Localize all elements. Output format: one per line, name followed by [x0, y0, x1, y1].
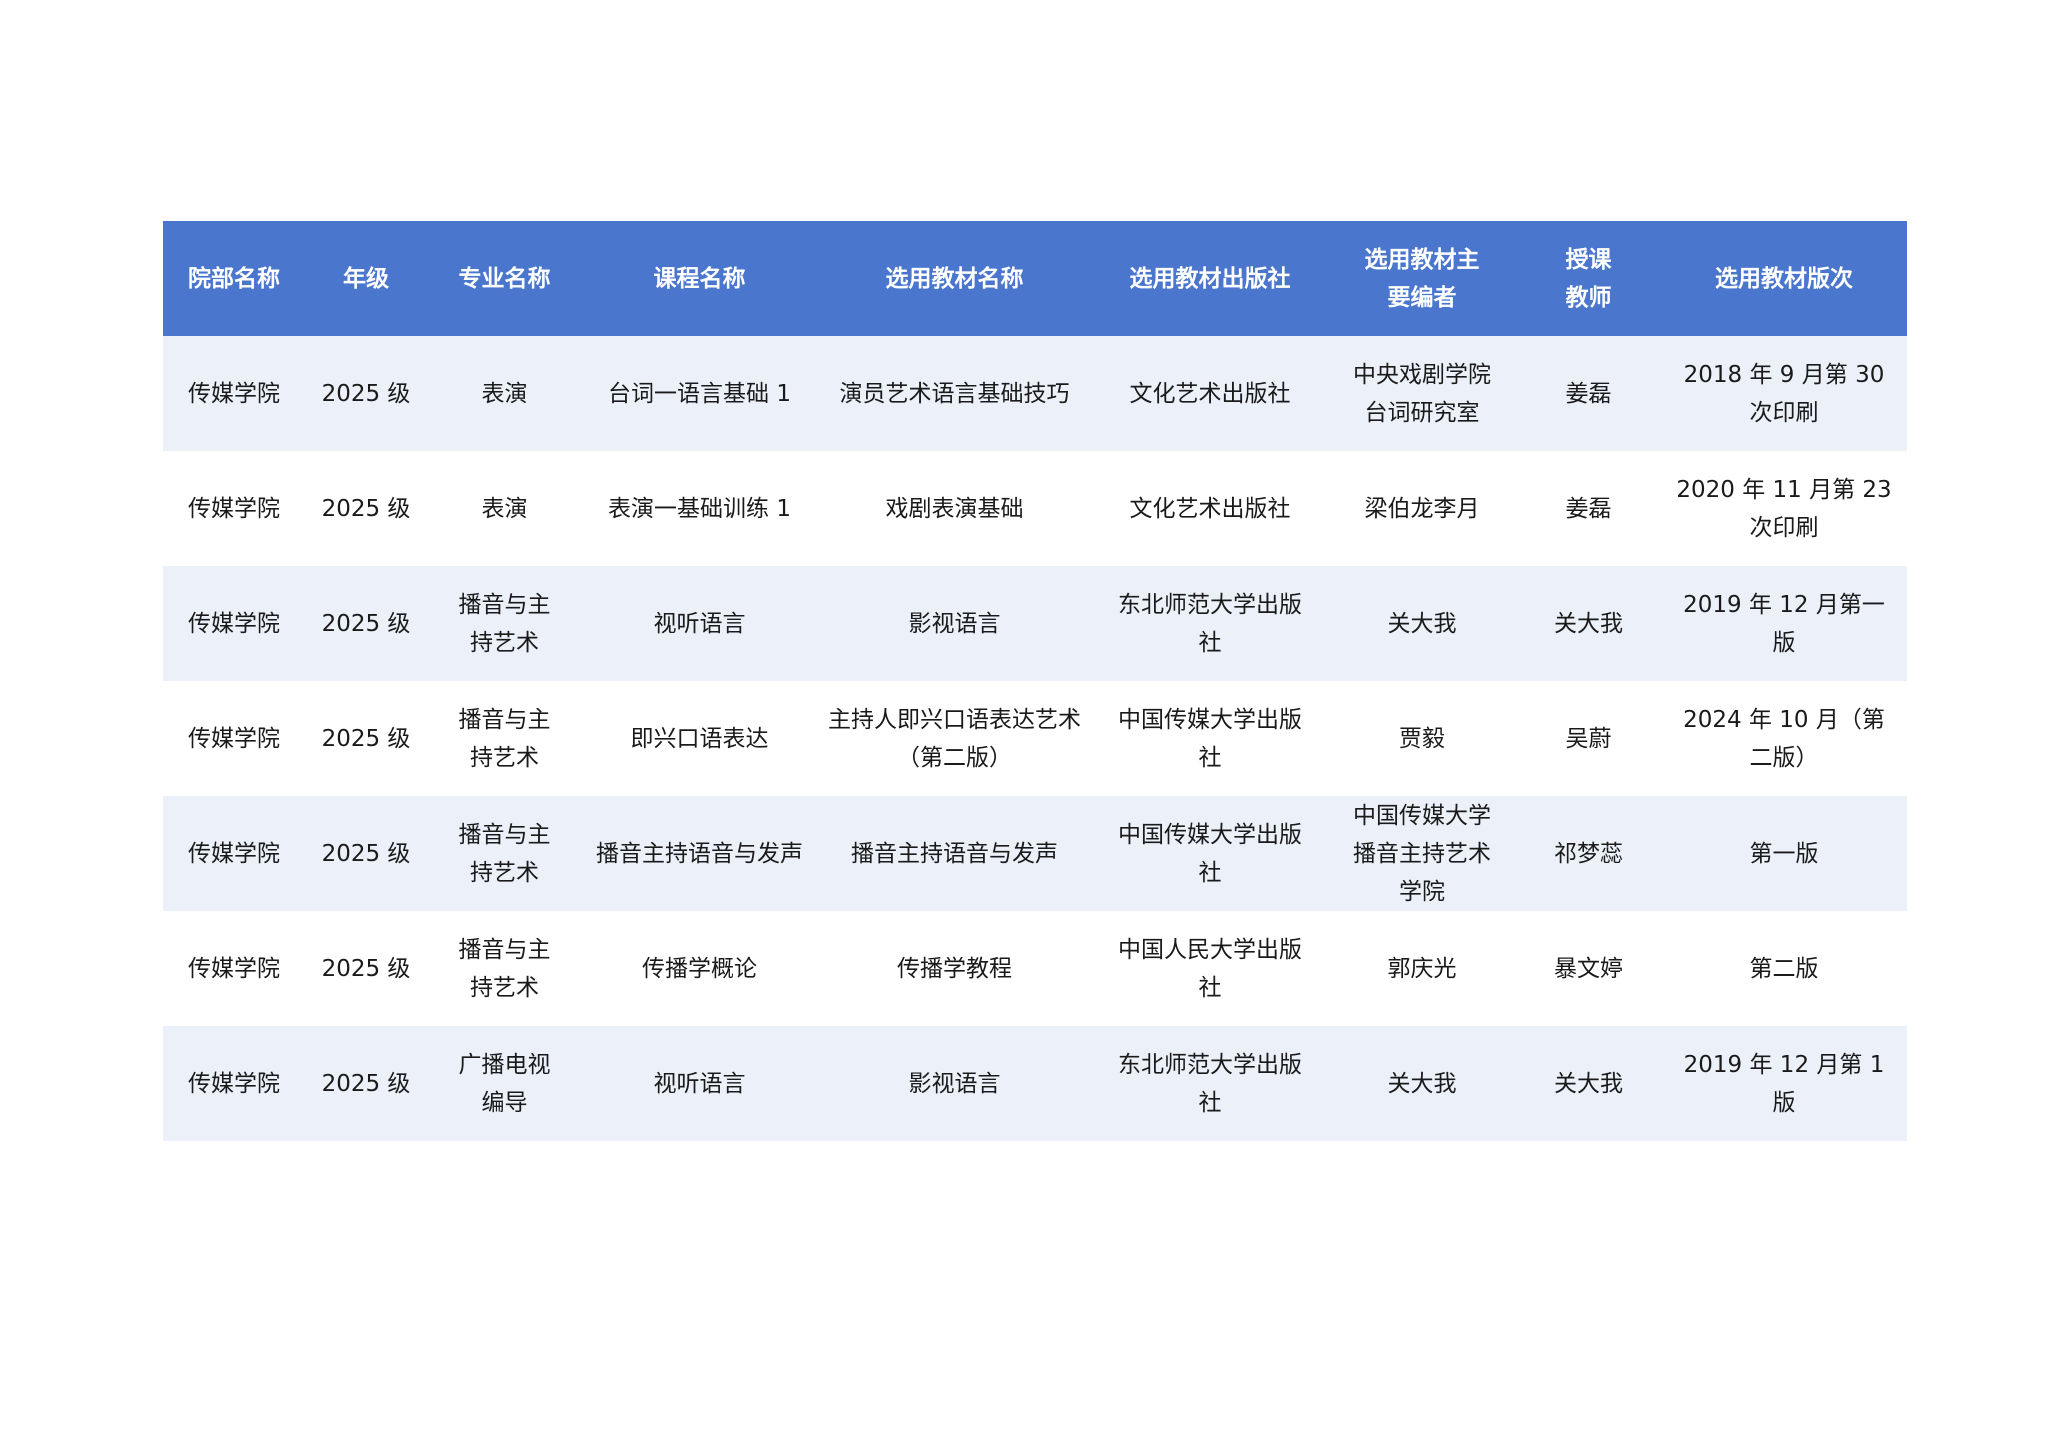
- header-editor: 选用教材主要编者: [1328, 221, 1516, 336]
- cell-edition: 第二版: [1661, 911, 1907, 1026]
- textbook-selection-table: 院部名称 年级 专业名称 课程名称 选用教材名称 选用教材出版社 选用教材主要编…: [163, 221, 1907, 1141]
- cell-grade: 2025 级: [305, 336, 427, 451]
- cell-department: 传媒学院: [163, 796, 305, 911]
- cell-teacher: 姜磊: [1516, 451, 1661, 566]
- cell-grade: 2025 级: [305, 911, 427, 1026]
- cell-publisher: 中国传媒大学出版社: [1092, 681, 1328, 796]
- header-major: 专业名称: [427, 221, 582, 336]
- cell-editor: 中国传媒大学播音主持艺术学院: [1328, 796, 1516, 911]
- cell-major: 播音与主持艺术: [427, 911, 582, 1026]
- cell-edition: 2018 年 9 月第 30 次印刷: [1661, 336, 1907, 451]
- cell-teacher: 关大我: [1516, 566, 1661, 681]
- cell-publisher: 文化艺术出版社: [1092, 336, 1328, 451]
- cell-course: 视听语言: [582, 1026, 817, 1141]
- cell-textbook: 传播学教程: [817, 911, 1092, 1026]
- cell-department: 传媒学院: [163, 451, 305, 566]
- cell-major: 表演: [427, 336, 582, 451]
- cell-grade: 2025 级: [305, 566, 427, 681]
- header-grade: 年级: [305, 221, 427, 336]
- cell-grade: 2025 级: [305, 681, 427, 796]
- cell-editor: 郭庆光: [1328, 911, 1516, 1026]
- cell-grade: 2025 级: [305, 451, 427, 566]
- header-course: 课程名称: [582, 221, 817, 336]
- cell-teacher: 暴文婷: [1516, 911, 1661, 1026]
- header-row: 院部名称 年级 专业名称 课程名称 选用教材名称 选用教材出版社 选用教材主要编…: [163, 221, 1907, 336]
- cell-publisher: 东北师范大学出版社: [1092, 1026, 1328, 1141]
- cell-edition: 2024 年 10 月（第二版）: [1661, 681, 1907, 796]
- cell-teacher: 关大我: [1516, 1026, 1661, 1141]
- cell-major: 播音与主持艺术: [427, 566, 582, 681]
- cell-course: 表演一基础训练 1: [582, 451, 817, 566]
- cell-major: 表演: [427, 451, 582, 566]
- cell-grade: 2025 级: [305, 1026, 427, 1141]
- cell-editor: 关大我: [1328, 1026, 1516, 1141]
- cell-textbook: 播音主持语音与发声: [817, 796, 1092, 911]
- cell-major: 播音与主持艺术: [427, 796, 582, 911]
- cell-department: 传媒学院: [163, 566, 305, 681]
- cell-course: 传播学概论: [582, 911, 817, 1026]
- table-row: 传媒学院 2025 级播音与主持艺术 播音主持语音与发声 播音主持语音与发声 中国传媒大…: [163, 796, 1907, 911]
- cell-edition: 2019 年 12 月第 1 版: [1661, 1026, 1907, 1141]
- cell-publisher: 中国人民大学出版社: [1092, 911, 1328, 1026]
- cell-major: 播音与主持艺术: [427, 681, 582, 796]
- cell-department: 传媒学院: [163, 1026, 305, 1141]
- table-body: 传媒学院 2025 级表演 台词一语言基础 1 演员艺术语言基础技巧 文化艺术出版社 中央…: [163, 336, 1907, 1141]
- cell-course: 台词一语言基础 1: [582, 336, 817, 451]
- cell-course: 视听语言: [582, 566, 817, 681]
- header-publisher: 选用教材出版社: [1092, 221, 1328, 336]
- table-row: 传媒学院 2025 级表演 台词一语言基础 1 演员艺术语言基础技巧 文化艺术出版社 中央…: [163, 336, 1907, 451]
- cell-edition: 第一版: [1661, 796, 1907, 911]
- cell-department: 传媒学院: [163, 911, 305, 1026]
- table-row: 传媒学院 2025 级播音与主持艺术 视听语言 影视语言 东北师范大学出版社 关大我 关大我…: [163, 566, 1907, 681]
- cell-teacher: 姜磊: [1516, 336, 1661, 451]
- cell-edition: 2020 年 11 月第 23 次印刷: [1661, 451, 1907, 566]
- cell-edition: 2019 年 12 月第一版: [1661, 566, 1907, 681]
- cell-textbook: 戏剧表演基础: [817, 451, 1092, 566]
- cell-course: 播音主持语音与发声: [582, 796, 817, 911]
- cell-editor: 梁伯龙李月: [1328, 451, 1516, 566]
- cell-publisher: 中国传媒大学出版社: [1092, 796, 1328, 911]
- cell-department: 传媒学院: [163, 336, 305, 451]
- header-department: 院部名称: [163, 221, 305, 336]
- cell-teacher: 吴蔚: [1516, 681, 1661, 796]
- cell-department: 传媒学院: [163, 681, 305, 796]
- cell-editor: 关大我: [1328, 566, 1516, 681]
- cell-publisher: 东北师范大学出版社: [1092, 566, 1328, 681]
- cell-editor: 贾毅: [1328, 681, 1516, 796]
- table-row: 传媒学院 2025 级广播电视编导 视听语言 影视语言 东北师范大学出版社 关大我 关大我 2…: [163, 1026, 1907, 1141]
- table-header: 院部名称 年级 专业名称 课程名称 选用教材名称 选用教材出版社 选用教材主要编…: [163, 221, 1907, 336]
- cell-editor: 中央戏剧学院台词研究室: [1328, 336, 1516, 451]
- table-row: 传媒学院 2025 级播音与主持艺术 传播学概论 传播学教程 中国人民大学出版社 郭庆光暴…: [163, 911, 1907, 1026]
- header-edition: 选用教材版次: [1661, 221, 1907, 336]
- cell-teacher: 祁梦蕊: [1516, 796, 1661, 911]
- cell-course: 即兴口语表达: [582, 681, 817, 796]
- cell-grade: 2025 级: [305, 796, 427, 911]
- cell-textbook: 影视语言: [817, 566, 1092, 681]
- cell-major: 广播电视编导: [427, 1026, 582, 1141]
- textbook-table-container: 院部名称 年级 专业名称 课程名称 选用教材名称 选用教材出版社 选用教材主要编…: [163, 221, 1907, 1141]
- header-teacher: 授课教师: [1516, 221, 1661, 336]
- cell-textbook: 演员艺术语言基础技巧: [817, 336, 1092, 451]
- cell-textbook: 影视语言: [817, 1026, 1092, 1141]
- cell-publisher: 文化艺术出版社: [1092, 451, 1328, 566]
- table-row: 传媒学院 2025 级播音与主持艺术 即兴口语表达 主持人即兴口语表达艺术（第二版）中…: [163, 681, 1907, 796]
- cell-textbook: 主持人即兴口语表达艺术（第二版）: [817, 681, 1092, 796]
- header-textbook: 选用教材名称: [817, 221, 1092, 336]
- table-row: 传媒学院 2025 级表演 表演一基础训练 1 戏剧表演基础 文化艺术出版社 梁伯龙李月姜…: [163, 451, 1907, 566]
